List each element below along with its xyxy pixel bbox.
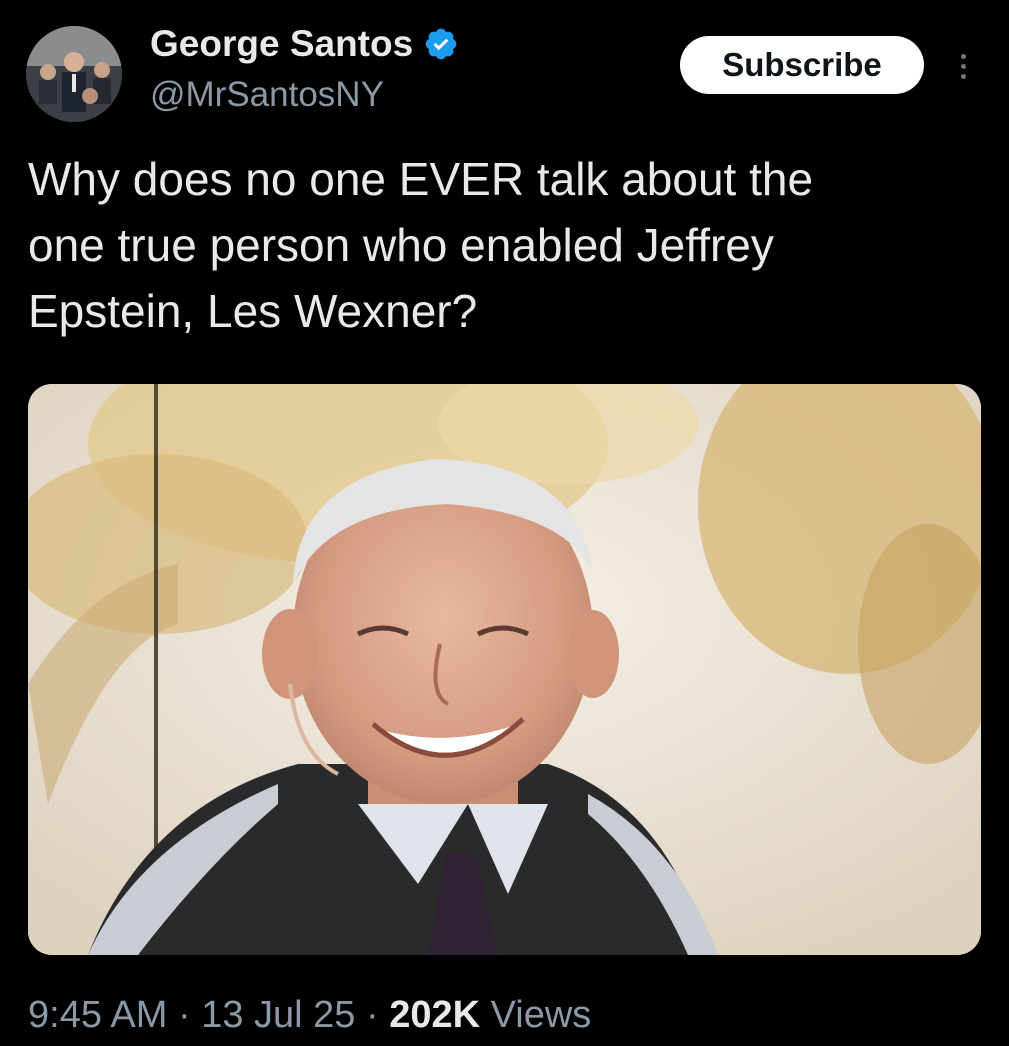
views-count[interactable]: 202K: [389, 994, 480, 1036]
tweet-media-photo[interactable]: [28, 384, 981, 955]
subscribe-button[interactable]: Subscribe: [680, 36, 924, 94]
tweet-meta: 9:45 AM · 13 Jul 25 · 202K Views: [28, 990, 591, 1040]
avatar-image: [26, 26, 122, 122]
tweet-time[interactable]: 9:45 AM: [28, 994, 167, 1036]
verified-badge-icon: [423, 26, 459, 62]
display-name[interactable]: George Santos: [150, 22, 413, 66]
photo-image: [28, 384, 981, 955]
tweet-date[interactable]: 13 Jul 25: [201, 994, 355, 1036]
meta-separator: ·: [366, 994, 379, 1036]
name-row: George Santos: [150, 22, 459, 66]
more-vertical-icon[interactable]: [950, 44, 976, 88]
tweet-header: George Santos @MrSantosNY Subscribe: [0, 0, 1009, 130]
handle[interactable]: @MrSantosNY: [150, 74, 384, 116]
views-label[interactable]: Views: [491, 994, 592, 1036]
tweet-text: Why does no one EVER talk about the one …: [28, 153, 814, 337]
avatar[interactable]: [26, 26, 122, 122]
meta-separator: ·: [177, 994, 191, 1036]
